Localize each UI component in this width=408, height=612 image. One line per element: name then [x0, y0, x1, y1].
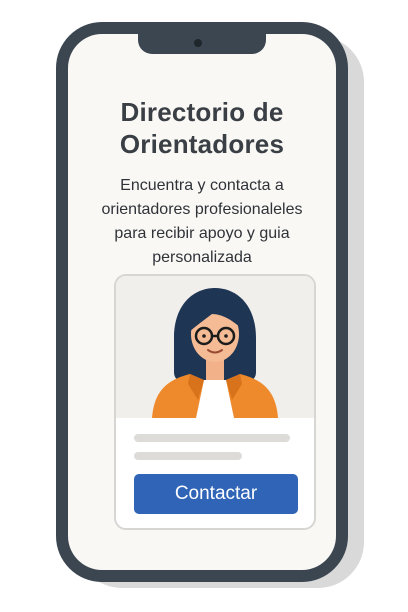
phone-frame: Directorio de Orientadores Encuentra y c… — [56, 22, 348, 582]
person-avatar-icon — [152, 288, 278, 418]
phone-notch — [138, 34, 266, 54]
page-title: Directorio de Orientadores — [119, 97, 285, 159]
illustration-stage: Directorio de Orientadores Encuentra y c… — [0, 0, 408, 612]
counselor-card: Contactar — [114, 274, 316, 530]
counselor-photo — [116, 276, 314, 418]
page-subtitle: Encuentra y contacta a orientadores prof… — [101, 177, 303, 266]
camera-icon — [194, 39, 202, 47]
placeholder-line — [134, 452, 242, 460]
phone-screen: Directorio de Orientadores Encuentra y c… — [68, 34, 336, 570]
placeholder-line — [134, 434, 290, 442]
contact-button[interactable]: Contactar — [134, 474, 298, 514]
